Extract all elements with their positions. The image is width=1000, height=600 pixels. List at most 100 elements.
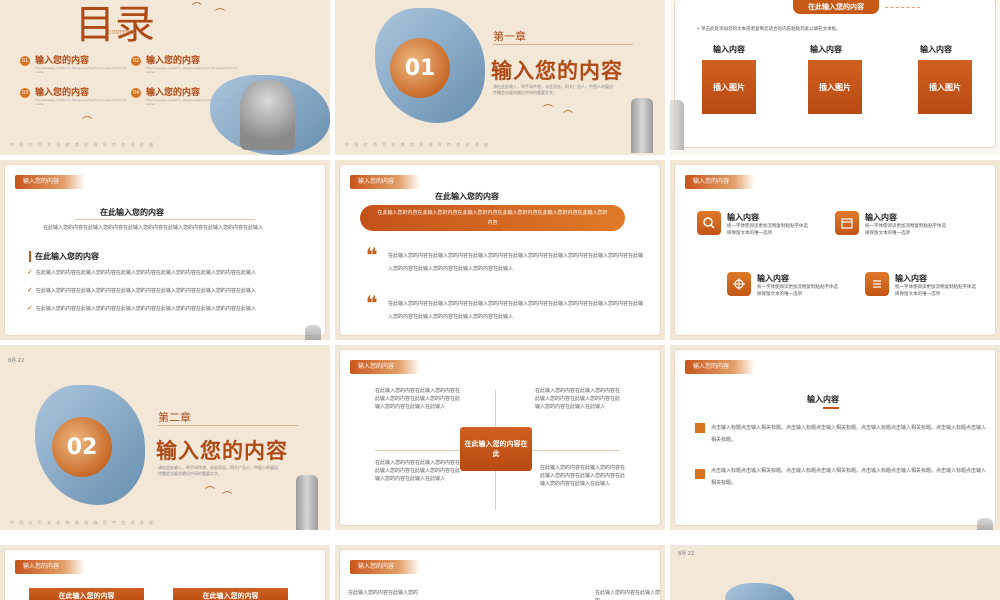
- insert-image-button-1[interactable]: 插入图片: [702, 60, 756, 114]
- slide-partial-buttons[interactable]: 输入您的内容 在此输入您的内容 在此输入您的内容: [0, 545, 330, 600]
- bird-icon: ⌒: [82, 117, 92, 128]
- section-tab: 输入您的内容: [350, 560, 420, 574]
- title-underline: [823, 407, 839, 409]
- quote-icon: ❝: [366, 291, 378, 315]
- chapter-label: 第一章: [493, 30, 526, 43]
- sub-heading: 在此输入您的内容: [29, 251, 99, 262]
- section-tab: 输入您的内容: [350, 360, 420, 374]
- item-label: 输入您的内容: [35, 56, 90, 66]
- chapter-title: 输入您的内容: [156, 439, 288, 463]
- chapter-title: 输入您的内容: [491, 59, 623, 83]
- slide-card: 在此输入您的内容 • 单击此处添加您的文本或者复制您适合的内容粘贴到此以填充文本…: [675, 0, 995, 147]
- item-label: 输入您的内容: [35, 88, 90, 98]
- partial-text-1: 在此输入您的内容在此输入您的: [348, 590, 419, 596]
- bird-icon: ⌒: [192, 3, 202, 14]
- pillar-image: [296, 475, 318, 530]
- center-box: 在此输入您的内容在此: [460, 427, 532, 471]
- slide-numbered[interactable]: 输入您的内容 输入内容 点击输入标题点击输入相关标题。点击输入标题点击输入相关标…: [670, 345, 1000, 530]
- quadrant-text-bottom-right: 在此输入您的内容在此输入您的内容在此输入您的内容在此输入您的内容在此输入您的内容…: [540, 465, 626, 487]
- header-pill: 在此输入您的内容: [793, 0, 879, 14]
- list-item: ✓ 在此输入您的内容在此输入您的内容在此输入您的内容在此输入您的内容在此输入您的内…: [27, 303, 256, 314]
- search-icon: [697, 211, 721, 235]
- contents-title: 目录: [75, 2, 155, 48]
- slide-grid: 目录 CONTENTS ⌒ ⌒ ⌒ 01 输入您的内容 The message …: [0, 0, 1000, 600]
- section-tab: 输入您的内容: [685, 360, 755, 374]
- column-label-3: 输入内容: [920, 45, 952, 54]
- chapter-number-circle: 02: [52, 417, 112, 477]
- contents-subtitle: CONTENTS: [108, 30, 136, 36]
- slide-icon-grid[interactable]: 输入您的内容 输入内容 统一字体使阅读更加流畅复制粘贴字体选择保留文本的唯一选项…: [670, 160, 1000, 340]
- check-icon: ✓: [27, 268, 33, 276]
- section-tab: 输入您的内容: [15, 175, 85, 189]
- bird-icon: ⌒: [543, 105, 553, 116]
- calendar-icon: [835, 211, 859, 235]
- slide-chapter-1[interactable]: 01 第一章 输入您的内容 请在此处输入，举手间传递，长此而去，四大广告人，中国…: [335, 0, 665, 155]
- list-icon: [865, 272, 889, 296]
- list-item: ✓ 在此输入您的内容在此输入您的内容在此输入您的内容在此输入您的内容在此输入您的内…: [27, 285, 256, 296]
- quote-icon: ❝: [366, 243, 378, 267]
- item-title: 输入内容: [757, 274, 789, 283]
- stone-lion-image: [240, 80, 295, 150]
- column-label-1: 输入内容: [713, 45, 745, 54]
- slide-card: 输入您的内容 输入内容 点击输入标题点击输入相关标题。点击输入标题点击输入相关标…: [675, 350, 995, 530]
- slide-title: 在此输入您的内容: [435, 192, 499, 201]
- pillar-image: [631, 98, 653, 153]
- check-icon: ✓: [27, 286, 33, 294]
- list-item-text: 在此输入您的内容在此输入您的内容在此输入您的内容在此输入您的内容在此输入您的内容…: [35, 270, 256, 276]
- section-tab: 输入您的内容: [15, 560, 85, 574]
- item-number: 03: [20, 88, 30, 98]
- bird-icon: ⌒: [215, 9, 225, 20]
- slide-card: 输入您的内容 输入内容 统一字体使阅读更加流畅复制粘贴字体选择保留文本的唯一选项…: [675, 165, 995, 335]
- slide-partial-text[interactable]: 输入您的内容 在此输入您的内容在此输入您的 在此输入您的内容在此输入您的: [335, 545, 665, 600]
- check-icon: ✓: [27, 304, 33, 312]
- column-label-2: 输入内容: [810, 45, 842, 54]
- pillar-image: [670, 100, 684, 150]
- slide-chapter-2[interactable]: 8月 22 02 第二章 输入您的内容 请在此处输入，举手间传递，长此而去，四大…: [0, 345, 330, 530]
- quadrant-text-top-left: 在此输入您的内容在此输入您的内容在此输入您的内容在此输入您的内容在此输入您的内容…: [375, 388, 461, 410]
- bird-icon: ⌒: [563, 111, 573, 122]
- stone-lion-icon: [305, 325, 321, 340]
- slide-card: 输入您的内容 在此输入您的内容 在此输入您的内容在此输入您的内容在此输入您的内容…: [340, 165, 660, 335]
- item-label: 输入您的内容: [146, 56, 201, 66]
- footer-text: 中 国 红 色 文 化 教 育 党 政 宣 传 会 议 讲 座: [10, 142, 156, 147]
- chapter-desc: 请在此处输入，举手间传递，长此而去，四大广告人，中国人的展出传播会议展览输出中间…: [158, 465, 278, 477]
- bird-icon: ⌒: [205, 487, 215, 498]
- quadrant-text-bottom-left: 在此输入您的内容在此输入您的内容在此输入您的内容在此输入您的内容在此输入您的内容…: [375, 460, 461, 482]
- quote-text-2: 在此输入您的内容在此输入您的内容在此输入您的内容在此输入您的内容在此输入您的内容…: [388, 301, 644, 320]
- highlight-pill: 在此输入您的内容在此输入您的内容在此输入您的内容在此输入您的内容在此输入您的内容…: [360, 205, 625, 231]
- bullet-text: • 单击此处添加您的文本或者复制您适合的内容粘贴到此以填充文本框。: [697, 27, 841, 32]
- section-tab: 输入您的内容: [350, 175, 420, 189]
- section-tab: 输入您的内容: [685, 175, 755, 189]
- slide-contents[interactable]: 目录 CONTENTS ⌒ ⌒ ⌒ 01 输入您的内容 The message …: [0, 0, 330, 155]
- content-button-2[interactable]: 在此输入您的内容: [173, 588, 288, 600]
- item-desc: The message content is always waiting fo…: [35, 98, 127, 106]
- stone-lion-icon: [977, 518, 993, 530]
- chapter-divider: [158, 425, 298, 426]
- slide-partial-chapter[interactable]: 8月 22: [670, 545, 1000, 600]
- insert-image-button-2[interactable]: 插入图片: [808, 60, 862, 114]
- slide-card: 输入您的内容 在此输入您的内容在此输入您的内容在此输入您的内容在此输入您的内容在…: [340, 350, 660, 525]
- slide-image-columns[interactable]: 在此输入您的内容 • 单击此处添加您的文本或者复制您适合的内容粘贴到此以填充文本…: [670, 0, 1000, 155]
- title-divider: [75, 219, 255, 220]
- date-text: 8月 22: [678, 551, 695, 557]
- chapter-label: 第二章: [158, 411, 191, 424]
- item-title: 输入内容: [865, 213, 897, 222]
- footer-text: 中 国 红 色 文 化 教 育 党 政 宣 传 会 议 讲 座: [345, 142, 491, 147]
- item-number: 02: [131, 56, 141, 66]
- slide-card: 输入您的内容 在此输入您的内容 在此输入您的内容: [5, 550, 325, 600]
- slide-card: 输入您的内容 在此输入您的内容 在此输入您的内容在此输入您的内容在此输入您的内容…: [5, 165, 325, 340]
- content-button-1[interactable]: 在此输入您的内容: [29, 588, 144, 600]
- item-desc: 统一字体使阅读更加流畅复制粘贴字体选择保留文本的唯一选项: [895, 285, 976, 297]
- item-desc: The message content is always waiting fo…: [146, 66, 238, 74]
- item-desc: 统一字体使阅读更加流畅复制粘贴字体选择保留文本的唯一选项: [757, 285, 838, 297]
- item-desc: The message content is always waiting fo…: [35, 66, 127, 74]
- slide-quotes[interactable]: 输入您的内容 在此输入您的内容 在此输入您的内容在此输入您的内容在此输入您的内容…: [335, 160, 665, 340]
- item-number: 01: [20, 56, 30, 66]
- list-item-text: 在此输入您的内容在此输入您的内容在此输入您的内容在此输入您的内容在此输入您的内容…: [35, 288, 256, 294]
- slide-text-list[interactable]: 输入您的内容 在此输入您的内容 在此输入您的内容在此输入您的内容在此输入您的内容…: [0, 160, 330, 340]
- quadrant-text-top-right: 在此输入您的内容在此输入您的内容在此输入您的内容在此输入您的内容在此输入您的内容…: [535, 388, 621, 410]
- date-text: 8月 22: [8, 358, 25, 364]
- slide-quadrant[interactable]: 输入您的内容 在此输入您的内容在此输入您的内容在此输入您的内容在此输入您的内容在…: [335, 345, 665, 530]
- insert-image-button-3[interactable]: 插入图片: [918, 60, 972, 114]
- item-label: 输入您的内容: [146, 88, 201, 98]
